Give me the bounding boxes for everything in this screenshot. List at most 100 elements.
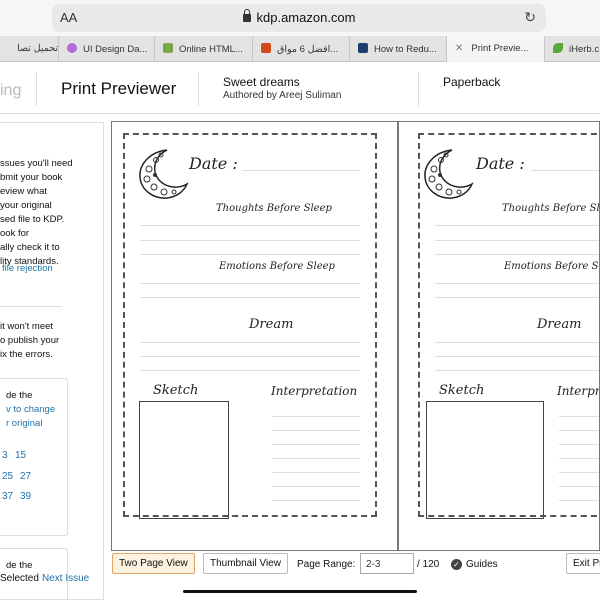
dream-label: Dream bbox=[537, 317, 582, 332]
sketch-box bbox=[139, 401, 229, 519]
ruled-line bbox=[272, 486, 360, 487]
page-range-label: Page Range: bbox=[297, 559, 356, 570]
text-size-button[interactable]: AA bbox=[60, 10, 77, 25]
brand-text: ing bbox=[0, 82, 22, 99]
page-number-link[interactable]: 37 bbox=[2, 491, 13, 502]
two-page-view-button[interactable]: Two Page View bbox=[112, 553, 195, 574]
panel-text: ook for bbox=[0, 228, 30, 239]
tab-how-to-reduce[interactable]: How to Redu... bbox=[349, 36, 446, 62]
sketch-label: Sketch bbox=[439, 383, 485, 398]
ruled-line bbox=[559, 444, 599, 445]
page-number-link[interactable]: 39 bbox=[20, 491, 31, 502]
selected-status: Selected bbox=[0, 573, 39, 584]
tab-ui-design[interactable]: UI Design Da... bbox=[58, 36, 154, 62]
reload-icon[interactable]: ↻ bbox=[524, 9, 536, 26]
previewer-header: ing Print Previewer Sweet dreams Authore… bbox=[0, 62, 600, 114]
url-text: kdp.amazon.com bbox=[52, 9, 546, 25]
ruled-line bbox=[272, 444, 360, 445]
header-divider bbox=[198, 72, 199, 106]
interpretation-label: Interpr bbox=[557, 384, 599, 398]
lock-icon bbox=[242, 9, 251, 22]
panel-text: sed file to KDP. bbox=[0, 214, 65, 225]
tab-online-html[interactable]: Online HTML... bbox=[154, 36, 252, 62]
leaf-favicon-icon bbox=[553, 43, 563, 53]
tab-arabic[interactable]: تحميل تصا bbox=[0, 36, 58, 62]
ruled-line bbox=[435, 342, 599, 343]
ruled-line bbox=[272, 500, 360, 501]
file-rejection-link[interactable]: file rejection bbox=[2, 262, 53, 276]
crescent-moon-icon bbox=[424, 149, 474, 199]
ruled-line bbox=[559, 472, 599, 473]
ruled-line bbox=[272, 472, 360, 473]
header-divider bbox=[418, 72, 419, 106]
ruled-line bbox=[435, 356, 599, 357]
home-indicator bbox=[183, 590, 417, 593]
ruled-line bbox=[435, 297, 599, 298]
address-bar[interactable]: kdp.amazon.com ↻ bbox=[52, 4, 546, 32]
ruled-line bbox=[435, 254, 599, 255]
guides-checkbox[interactable]: ✓ bbox=[451, 559, 462, 570]
panel-text: bmit your book bbox=[0, 172, 63, 183]
close-tab-icon[interactable]: ✕ bbox=[455, 43, 463, 54]
crescent-moon-icon bbox=[139, 149, 189, 199]
original-link[interactable]: r original bbox=[6, 417, 42, 431]
page-total: / 120 bbox=[417, 559, 440, 570]
panel-text: o publish your bbox=[0, 335, 60, 346]
emotions-label: Emotions Before Sleep bbox=[219, 261, 335, 272]
ruled-line bbox=[140, 370, 360, 371]
html-favicon-icon bbox=[163, 43, 173, 53]
panel-text: your original bbox=[0, 200, 52, 211]
page-range-input[interactable]: 2-3 bbox=[360, 553, 414, 574]
ruled-line bbox=[531, 170, 599, 171]
ruled-line bbox=[242, 170, 360, 171]
ruled-line bbox=[140, 297, 360, 298]
exit-preview-button[interactable]: Exit Pr bbox=[566, 553, 600, 574]
ruled-line bbox=[435, 225, 599, 226]
ruled-line bbox=[140, 356, 360, 357]
thumbnail-view-button[interactable]: Thumbnail View bbox=[203, 553, 288, 574]
tab-iherb[interactable]: iHerb.c bbox=[544, 36, 600, 62]
issue-card: de the v to change r original 3 15 25 27… bbox=[0, 378, 68, 536]
page-number-link[interactable]: 25 bbox=[2, 471, 13, 482]
ruled-line bbox=[272, 430, 360, 431]
preview-page-right: Date : Thoughts Before Sleep Emotions Be… bbox=[399, 122, 599, 550]
ruled-line bbox=[559, 416, 599, 417]
panel-text: ally check it to bbox=[0, 242, 60, 253]
ruled-line bbox=[559, 430, 599, 431]
emotions-label: Emotions Before Sleep bbox=[504, 261, 599, 272]
ruled-line bbox=[140, 240, 360, 241]
header-divider bbox=[36, 72, 37, 106]
next-issue-link[interactable]: Next Issue bbox=[42, 573, 89, 584]
browser-address-row: kdp.amazon.com ↻ AA bbox=[0, 0, 600, 36]
issues-panel: ssues you'll need bmit your book eview w… bbox=[0, 122, 104, 600]
tab-arabic-sites[interactable]: افضل 6 مواق... bbox=[252, 36, 349, 62]
book-author: Authored by Areej Suliman bbox=[223, 90, 342, 101]
ui-design-favicon-icon bbox=[67, 43, 77, 53]
preview-page-left: Date : Thoughts Before Sleep Emotions Be… bbox=[112, 122, 397, 550]
ruled-line bbox=[559, 486, 599, 487]
ruled-line bbox=[559, 458, 599, 459]
ruled-line bbox=[435, 240, 599, 241]
sketch-box bbox=[426, 401, 544, 519]
page-number-link[interactable]: 3 bbox=[2, 450, 8, 461]
date-label: Date : bbox=[476, 154, 525, 173]
sketch-label: Sketch bbox=[153, 383, 199, 398]
thoughts-label: Thoughts Before Sleep bbox=[502, 203, 599, 214]
book-format: Paperback bbox=[443, 75, 501, 89]
page-number-link[interactable]: 27 bbox=[20, 471, 31, 482]
ruled-line bbox=[435, 370, 599, 371]
ruled-line bbox=[559, 500, 599, 501]
tab-label: تحميل تصا bbox=[17, 43, 58, 54]
tab-print-previewer[interactable]: ✕ Print Previe... bbox=[446, 36, 544, 62]
how-to-change-link[interactable]: v to change bbox=[6, 403, 55, 417]
page-title: Print Previewer bbox=[61, 79, 177, 98]
ruled-line bbox=[140, 283, 360, 284]
v-favicon-icon bbox=[358, 43, 368, 53]
ruled-line bbox=[140, 254, 360, 255]
ruled-line bbox=[140, 225, 360, 226]
preview-area: Date : Thoughts Before Sleep Emotions Be… bbox=[111, 121, 600, 551]
tab-strip: تحميل تصا UI Design Da... Online HTML...… bbox=[0, 36, 600, 62]
page-number-link[interactable]: 15 bbox=[15, 450, 26, 461]
dream-label: Dream bbox=[249, 317, 294, 332]
ruled-line bbox=[435, 283, 599, 284]
